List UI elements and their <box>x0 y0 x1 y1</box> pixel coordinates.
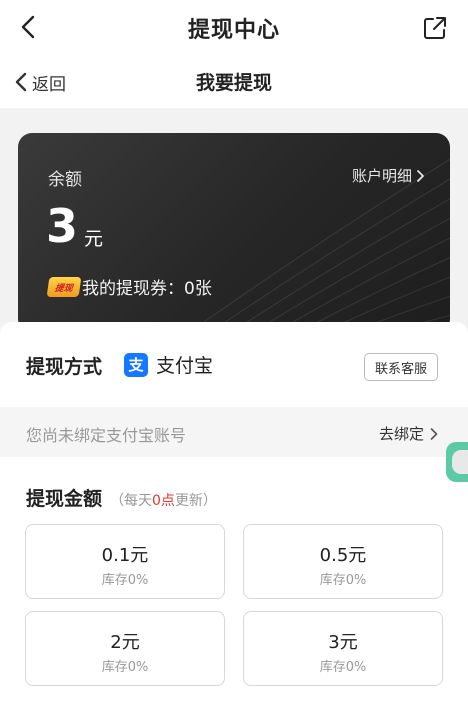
balance-amount: 3 <box>46 199 79 253</box>
bind-link-label: 去绑定 <box>378 425 424 443</box>
balance-card: 余额 账户明细 3 元 提现 我的提现券：0张 <box>18 133 450 333</box>
amount-option[interactable]: 0.1元 库存0% <box>25 524 225 599</box>
chevron-right-icon <box>430 427 438 440</box>
option-stock: 库存0% <box>319 573 367 588</box>
option-stock: 库存0% <box>319 660 367 675</box>
floating-assistant-tab[interactable] <box>446 442 468 482</box>
account-detail-label: 账户明细 <box>351 167 412 185</box>
account-detail-link[interactable]: 账户明细 <box>352 165 426 186</box>
amount-option[interactable]: 2元 库存0% <box>25 611 225 686</box>
method-label: 提现方式 <box>26 356 103 378</box>
sub-header: 返回 我要提现 <box>0 54 468 108</box>
top-bar: 提现中心 <box>0 0 468 54</box>
option-stock: 库存0% <box>101 573 149 588</box>
option-value: 2元 <box>110 632 140 653</box>
bind-link[interactable]: 去绑定 <box>379 423 438 444</box>
amount-option[interactable]: 0.5元 库存0% <box>243 524 443 599</box>
amount-title: 提现金额 <box>26 488 103 510</box>
share-icon[interactable] <box>422 15 448 41</box>
update-note-prefix: （每天 <box>110 493 153 509</box>
withdraw-panel: 提现方式 支 支付宝 联系客服 您尚未绑定支付宝账号 去绑定 提现金额 （每天0… <box>0 322 468 720</box>
amount-section-title: 提现金额 （每天0点更新） <box>26 484 217 511</box>
coupon-badge-icon: 提现 <box>46 276 82 297</box>
option-stock: 库存0% <box>101 660 149 675</box>
withdraw-coupon[interactable]: 提现 我的提现券：0张 <box>46 274 212 299</box>
alipay-icon: 支 <box>124 352 148 377</box>
amount-option[interactable]: 3元 库存0% <box>243 611 443 686</box>
contact-service-button[interactable]: 联系客服 <box>363 353 438 381</box>
provider-name: 支付宝 <box>156 355 214 377</box>
balance-label: 余额 <box>48 170 82 190</box>
alipay-method[interactable]: 支 支付宝 <box>124 351 213 378</box>
update-note-highlight: 0点 <box>152 493 175 509</box>
update-note-suffix: 更新） <box>174 493 217 509</box>
option-value: 0.5元 <box>319 545 367 566</box>
sub-title: 我要提现 <box>195 72 272 94</box>
coupon-text: 我的提现券：0张 <box>82 279 212 299</box>
balance-unit: 元 <box>84 228 104 250</box>
page-title: 提现中心 <box>187 18 280 43</box>
option-value: 0.1元 <box>101 545 149 566</box>
chevron-right-icon <box>417 169 424 182</box>
bind-hint: 您尚未绑定支付宝账号 <box>26 426 187 445</box>
option-value: 3元 <box>328 632 358 653</box>
bind-account-bar: 您尚未绑定支付宝账号 去绑定 <box>0 407 468 457</box>
update-note: （每天0点更新） <box>110 490 217 510</box>
avatar <box>452 450 468 474</box>
